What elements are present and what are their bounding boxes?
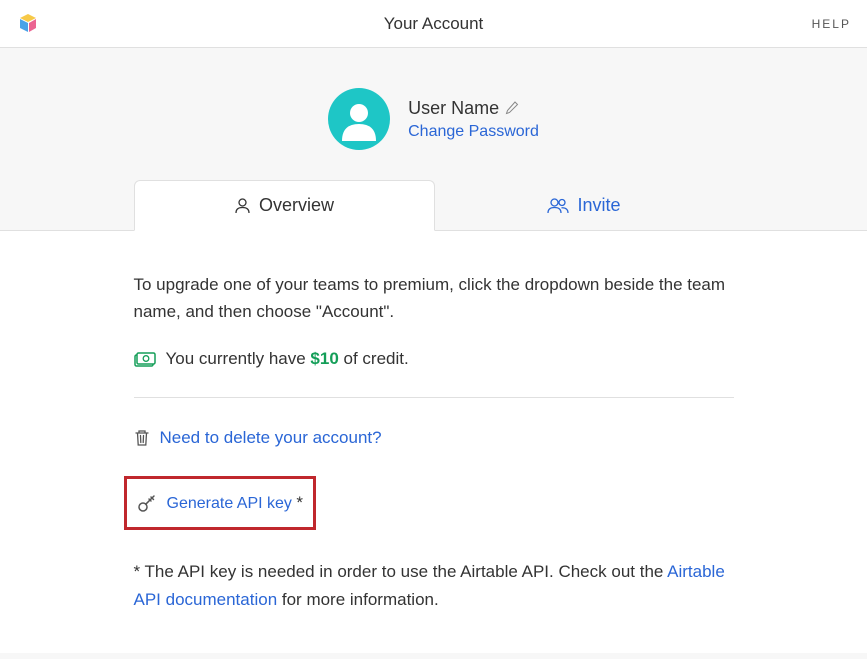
key-icon	[137, 493, 157, 513]
page-title: Your Account	[384, 14, 484, 34]
person-silhouette-icon	[337, 97, 381, 141]
logo[interactable]	[16, 12, 40, 36]
api-footer-text: * The API key is needed in order to use …	[134, 558, 734, 612]
user-name: User Name	[408, 98, 499, 119]
content-inner: To upgrade one of your teams to premium,…	[134, 271, 734, 613]
asterisk: *	[296, 493, 303, 512]
tab-invite-label: Invite	[577, 195, 620, 216]
person-icon	[234, 197, 251, 214]
credit-amount: $10	[310, 349, 338, 368]
generate-api-link[interactable]: Generate API key	[167, 495, 292, 512]
edit-icon[interactable]	[505, 101, 519, 115]
content: To upgrade one of your teams to premium,…	[0, 231, 867, 653]
tab-overview-label: Overview	[259, 195, 334, 216]
help-link[interactable]: HELP	[812, 17, 851, 31]
generate-api-row: Generate API key *	[167, 493, 303, 513]
tab-overview[interactable]: Overview	[134, 180, 435, 231]
upgrade-text: To upgrade one of your teams to premium,…	[134, 271, 734, 325]
credit-row: You currently have $10 of credit.	[134, 349, 734, 369]
topbar: Your Account HELP	[0, 0, 867, 48]
tab-invite[interactable]: Invite	[435, 180, 734, 230]
tabs: Overview Invite	[134, 180, 734, 230]
credit-text: You currently have $10 of credit.	[166, 349, 409, 369]
profile-section: User Name Change Password	[0, 48, 867, 180]
people-icon	[547, 197, 569, 214]
change-password-link[interactable]: Change Password	[408, 123, 539, 141]
generate-api-highlight: Generate API key *	[124, 476, 316, 530]
logo-icon	[16, 12, 40, 36]
money-icon	[134, 351, 156, 368]
tabs-container: Overview Invite	[0, 180, 867, 231]
user-name-row: User Name	[408, 98, 539, 119]
divider	[134, 397, 734, 398]
avatar	[328, 88, 390, 150]
delete-account-row: Need to delete your account?	[134, 428, 734, 448]
delete-account-link[interactable]: Need to delete your account?	[160, 428, 382, 448]
trash-icon	[134, 429, 150, 447]
profile-info: User Name Change Password	[408, 98, 539, 141]
